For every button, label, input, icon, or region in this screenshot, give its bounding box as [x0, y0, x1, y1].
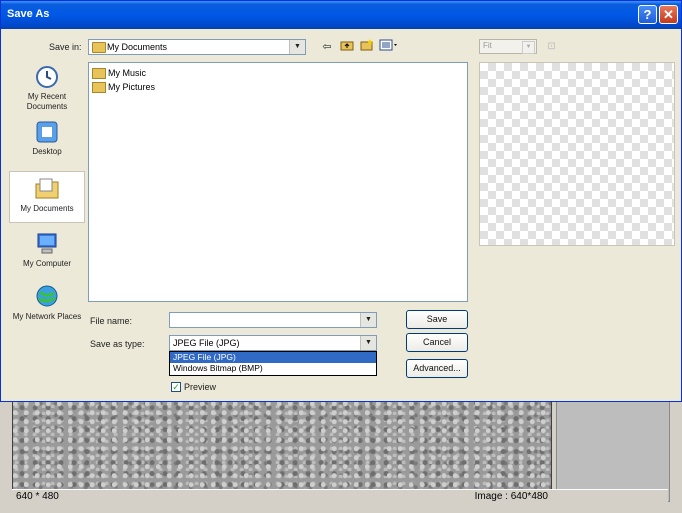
place-recent-documents[interactable]: My Recent Documents	[9, 64, 85, 112]
list-item[interactable]: My Music	[92, 68, 146, 80]
place-desktop[interactable]: Desktop	[9, 119, 85, 157]
zoom-fit-icon[interactable]: ⊡	[544, 39, 559, 54]
dialog-title: Save As	[7, 8, 50, 20]
up-folder-icon[interactable]	[339, 39, 355, 55]
my-documents-icon	[35, 178, 59, 199]
back-arrow-icon[interactable]: ⇦	[319, 39, 335, 55]
save-as-type-select[interactable]: JPEG File (JPG) ▼	[169, 335, 377, 351]
save-button[interactable]: Save	[406, 310, 468, 329]
place-label: My Computer	[22, 259, 71, 268]
new-folder-icon[interactable]	[359, 39, 375, 55]
save-as-type-dropdown[interactable]: JPEG File (JPG) Windows Bitmap (BMP)	[169, 351, 377, 376]
chevron-down-icon[interactable]: ▼	[360, 336, 376, 350]
place-label: My Network Places	[12, 312, 82, 321]
network-places-icon	[36, 285, 58, 307]
file-name-label: File name:	[90, 316, 133, 326]
background-side-panel	[556, 400, 670, 502]
save-as-type-value: JPEG File (JPG)	[173, 338, 240, 348]
place-my-computer[interactable]: My Computer	[9, 231, 85, 269]
background-image-canvas	[12, 400, 552, 490]
save-in-label: Save in:	[49, 42, 82, 52]
advanced-button[interactable]: Advanced...	[406, 359, 468, 378]
status-image-size: Image : 640*480	[474, 491, 548, 502]
file-name-input[interactable]: ▼	[169, 312, 377, 328]
save-as-dialog: Save As ? ✕ Save in: My Documents ▼ ⇦ My…	[0, 0, 682, 402]
title-bar[interactable]: Save As ? ✕	[1, 1, 681, 29]
cancel-button[interactable]: Cancel	[406, 333, 468, 352]
recent-documents-icon	[36, 66, 58, 88]
my-computer-icon	[37, 233, 57, 254]
zoom-value: Fit	[483, 41, 492, 50]
places-bar: My Recent Documents Desktop My Documents…	[9, 61, 85, 346]
file-name: My Pictures	[108, 82, 156, 92]
save-in-combo[interactable]: My Documents ▼	[88, 39, 306, 55]
save-in-value: My Documents	[107, 42, 168, 52]
folder-icon	[92, 82, 106, 94]
chevron-down-icon[interactable]: ▼	[289, 40, 305, 54]
file-name: My Music	[108, 68, 146, 78]
close-button[interactable]: ✕	[659, 5, 678, 24]
folder-icon	[92, 68, 106, 80]
file-list[interactable]: My Music My Pictures	[88, 62, 468, 302]
chevron-down-icon[interactable]: ▼	[360, 313, 376, 327]
help-button[interactable]: ?	[638, 5, 657, 24]
status-dimensions: 640 * 480	[16, 491, 59, 502]
preview-label: Preview	[184, 382, 217, 392]
place-network-places[interactable]: My Network Places	[9, 284, 85, 322]
folder-icon	[92, 42, 106, 53]
place-label: Desktop	[32, 147, 62, 156]
place-my-documents[interactable]: My Documents	[9, 171, 85, 223]
preview-pane	[479, 62, 675, 246]
preview-checkbox[interactable]: ✓	[171, 382, 181, 392]
type-option[interactable]: Windows Bitmap (BMP)	[170, 363, 376, 374]
place-label: My Recent Documents	[26, 92, 68, 111]
save-as-type-label: Save as type:	[90, 339, 145, 349]
background-status-bar: 640 * 480 Image : 640*480	[12, 489, 668, 504]
desktop-icon	[36, 121, 58, 143]
chevron-down-icon[interactable]: ▼	[522, 41, 535, 54]
place-label: My Documents	[20, 204, 74, 213]
zoom-select[interactable]: Fit ▼	[479, 39, 537, 54]
type-option[interactable]: JPEG File (JPG)	[170, 352, 376, 363]
views-menu-icon[interactable]	[378, 39, 400, 55]
list-item[interactable]: My Pictures	[92, 82, 156, 94]
